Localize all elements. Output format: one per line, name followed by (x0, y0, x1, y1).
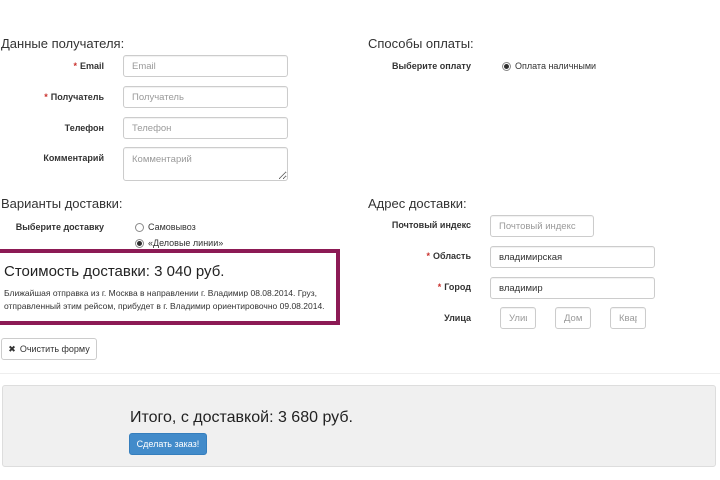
radio-checked-icon[interactable] (135, 238, 144, 248)
region-label: * Область (426, 251, 471, 261)
comment-field[interactable] (123, 147, 288, 181)
delivery-cost-note: Ближайшая отправка из г. Москва в направ… (4, 288, 325, 311)
street-field[interactable] (500, 307, 536, 329)
delivery-option-label: Самовывоз (148, 222, 196, 232)
recipient-heading: Данные получателя: (1, 36, 125, 51)
apartment-field[interactable] (610, 307, 646, 329)
delivery-cost-panel: Стоимость доставки: 3 040 руб. Ближайшая… (0, 249, 340, 325)
delivery-option-business-lines[interactable]: «Деловые линии» (135, 238, 223, 248)
payment-heading: Способы оплаты: (368, 36, 474, 51)
phone-label: Телефон (64, 123, 104, 133)
radio-unchecked-icon[interactable] (135, 222, 144, 232)
delivery-option-label: «Деловые линии» (148, 238, 224, 248)
address-heading: Адрес доставки: (368, 196, 467, 211)
order-total: Итого, с доставкой: 3 680 руб. (130, 409, 353, 426)
payment-option-cash[interactable]: Оплата наличными (502, 61, 596, 71)
divider (0, 373, 720, 374)
delivery-select-label: Выберите доставку (15, 222, 104, 232)
recipient-name-field[interactable] (123, 86, 288, 108)
comment-label: Комментарий (43, 153, 104, 163)
recipient-name-label: * Получатель (44, 92, 104, 102)
payment-select-label: Выберите оплату (392, 61, 471, 71)
phone-field[interactable] (123, 117, 288, 139)
delivery-option-pickup[interactable]: Самовывоз (135, 222, 196, 232)
delivery-heading: Варианты доставки: (1, 196, 123, 211)
payment-option-label: Оплата наличными (515, 61, 597, 71)
house-field[interactable] (555, 307, 591, 329)
region-field[interactable] (490, 246, 655, 268)
order-summary-panel: Итого, с доставкой: 3 680 руб. Сделать з… (2, 385, 716, 467)
email-field[interactable] (123, 55, 288, 77)
clear-form-button[interactable]: ✖ Очистить форму (1, 338, 97, 360)
street-label: Улица (444, 313, 471, 323)
place-order-button[interactable]: Сделать заказ! (129, 433, 207, 455)
close-icon: ✖ (8, 343, 16, 354)
city-label: * Город (437, 282, 471, 292)
radio-checked-icon[interactable] (502, 61, 511, 71)
zip-label: Почтовый индекс (391, 220, 471, 230)
delivery-cost-title: Стоимость доставки: 3 040 руб. (4, 263, 225, 280)
email-label: * Email (73, 61, 104, 71)
clear-form-label: Очистить форму (19, 344, 90, 354)
zip-field[interactable] (490, 215, 594, 237)
city-field[interactable] (490, 277, 655, 299)
